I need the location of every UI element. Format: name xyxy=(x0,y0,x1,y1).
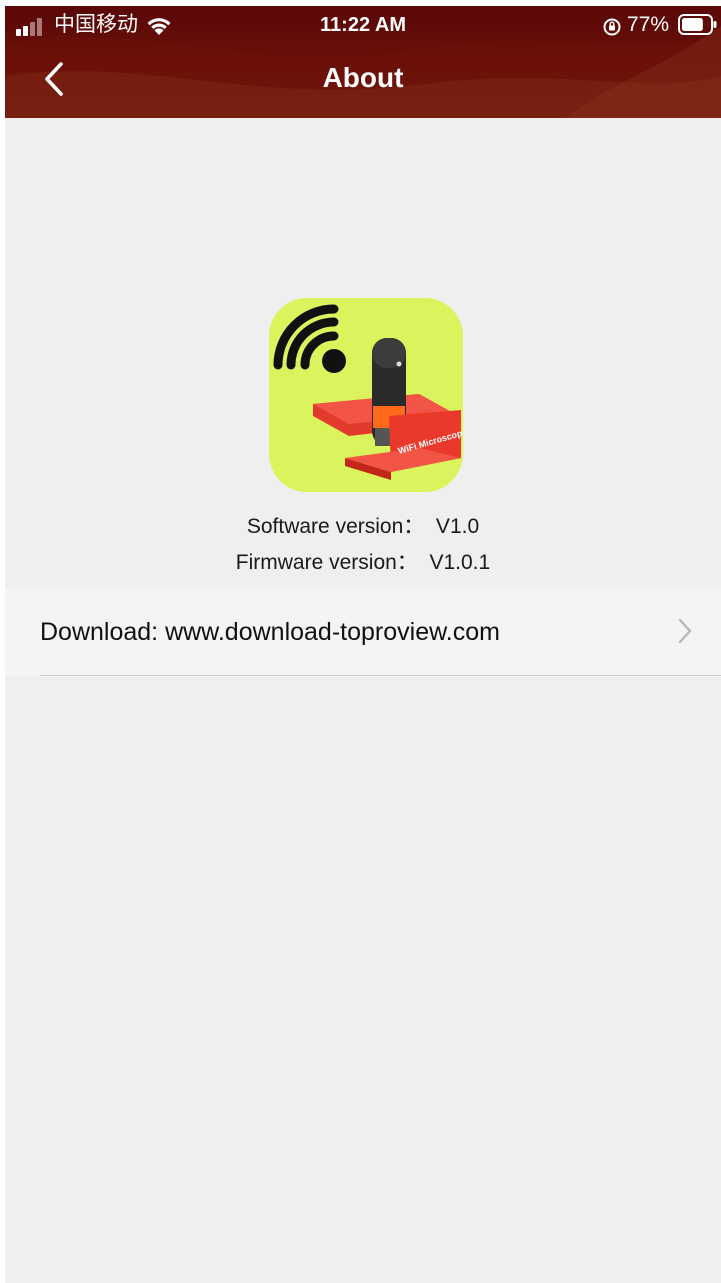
download-label: Download: www.download-toproview.com xyxy=(40,618,500,646)
page-title: About xyxy=(322,62,404,93)
battery-icon xyxy=(678,14,717,35)
app-logo: WiFi Microscope xyxy=(269,298,463,492)
battery-percentage: 77% xyxy=(627,13,670,36)
about-screen: 中国移动 11:22 AM 77% About WiFi Microscope … xyxy=(5,6,721,1283)
download-row[interactable]: Download: www.download-toproview.com xyxy=(5,587,721,676)
chevron-right-icon xyxy=(678,618,692,644)
firmware-version: Firmware version： V1.0.1 xyxy=(235,551,491,574)
row-divider xyxy=(40,675,721,676)
navigation-header: 中国移动 11:22 AM 77% About xyxy=(5,6,721,118)
software-version: Software version： V1.0 xyxy=(246,515,480,538)
wifi-signal-icon xyxy=(273,304,346,373)
status-bar: 中国移动 11:22 AM 77% xyxy=(5,6,721,46)
orientation-lock-icon xyxy=(603,18,621,36)
